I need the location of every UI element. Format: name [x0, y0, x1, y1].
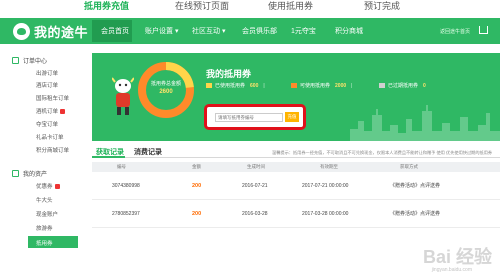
cell-id: 3074380998: [112, 183, 140, 189]
stat-available: 可使用抵用券 2000 |: [291, 82, 352, 89]
tutorial-steps: 抵用券充值 在线预订页面 使用抵用券 预订完成: [0, 0, 500, 13]
table-row: 2780852397 200 2016-03-28 2017-03-28 00:…: [92, 200, 500, 228]
coupon-code-input[interactable]: [215, 113, 283, 122]
sidebar-item-flight-orders[interactable]: 酒机订单: [36, 107, 66, 115]
baidu-watermark: Bai 经验: [422, 247, 492, 267]
column-header-created: 生成时间: [247, 164, 265, 169]
new-badge: [54, 184, 60, 190]
sidebar-group-orders[interactable]: 订单中心: [12, 56, 47, 65]
cell-source: 《赠券活动》点评送券: [390, 211, 441, 217]
sidebar-item-points-orders[interactable]: 积分商城订单: [36, 146, 69, 154]
cell-expires: 2017-03-28 00:00:00: [302, 211, 349, 217]
sidebar-item-niudatou[interactable]: 牛大头: [36, 196, 53, 204]
cell-source: 《赠券活动》点评送券: [390, 183, 441, 189]
mascot-icon: [112, 77, 134, 115]
nav-community[interactable]: 社区互动 ▾: [192, 26, 225, 36]
cell-created: 2016-03-28: [242, 211, 268, 217]
sidebar-item-coupons[interactable]: 优惠券: [36, 182, 60, 190]
nav-points-mall[interactable]: 积分商城: [335, 26, 363, 36]
step-use-coupon: 使用抵用券: [268, 1, 314, 11]
coupon-page-title: 我的抵用券: [206, 69, 252, 79]
column-header-source: 获取方式: [400, 164, 418, 169]
sidebar-group-assets[interactable]: 我的资产: [12, 169, 47, 178]
nav-member-club[interactable]: 会员俱乐部: [242, 26, 277, 36]
cell-expires: 2017-07-21 00:00:00: [302, 183, 349, 189]
city-skyline-decoration: [350, 105, 500, 141]
sidebar-item-car-rental-orders[interactable]: 国际租车订单: [36, 94, 69, 102]
stat-expired: 已过期抵用券 0: [379, 82, 426, 89]
donut-label: 抵用券总金额: [150, 81, 181, 87]
donut-total-value: 2600: [159, 89, 173, 95]
tab-consumption-records[interactable]: 消费记录: [134, 147, 162, 157]
column-header-id: 编号: [117, 164, 126, 169]
cell-amount: 200: [192, 183, 202, 189]
legend-used-swatch: [206, 83, 212, 88]
usage-tip: 温馨提示：抵用券一经充值，不可取消且不可兑换现金，仅限本人消费且不能转让和赠予 …: [272, 150, 493, 155]
sidebar-item-giftcard-orders[interactable]: 礼品卡订单: [36, 133, 64, 141]
coupon-recharge-form: 充值: [204, 104, 306, 130]
step-recharge: 抵用券充值: [84, 1, 130, 11]
sidebar-item-travel-orders[interactable]: 出游订单: [36, 69, 58, 77]
baidu-watermark-url: jingyan.baidu.com: [431, 267, 472, 273]
legend-expired-swatch: [379, 83, 385, 88]
table-header: 编号 金额 生成时间 有效期至 获取方式: [92, 162, 500, 172]
back-to-home-link[interactable]: 返回途牛首页: [440, 28, 470, 35]
stat-used: 已使用抵用券 600 |: [206, 82, 265, 89]
cart-icon[interactable]: [479, 26, 488, 34]
cell-amount: 200: [192, 211, 202, 217]
legend-available-swatch: [291, 83, 297, 88]
column-header-amount: 金额: [192, 164, 201, 169]
sidebar: 订单中心 出游订单 酒店订单 国际租车订单 酒机订单 夺宝订单 礼品卡订单 积分…: [0, 44, 85, 275]
step-online-booking: 在线预订页面: [175, 1, 230, 11]
top-nav-bar: 我的途牛 会员首页 账户设置 ▾ 社区互动 ▾ 会员俱乐部 1元夺宝 积分商城 …: [0, 18, 500, 44]
sidebar-item-treasure-orders[interactable]: 夺宝订单: [36, 120, 58, 128]
active-tab-indicator: [92, 156, 125, 158]
nav-member-home[interactable]: 会员首页: [101, 26, 129, 36]
table-row: 3074380998 200 2016-07-21 2017-07-21 00:…: [92, 172, 500, 200]
sidebar-item-cash-account[interactable]: 现金账户: [36, 210, 58, 218]
cell-created: 2016-07-21: [242, 183, 268, 189]
cell-id: 2780852397: [112, 211, 140, 217]
nav-account-settings[interactable]: 账户设置 ▾: [145, 26, 178, 36]
new-badge: [60, 109, 66, 115]
column-header-expires: 有效期至: [320, 164, 338, 169]
sidebar-item-deduction-coupons[interactable]: 抵用券: [36, 239, 53, 247]
recharge-button[interactable]: 充值: [285, 112, 299, 122]
sidebar-item-hotel-orders[interactable]: 酒店订单: [36, 81, 58, 89]
sidebar-item-travel-vouchers[interactable]: 旅游券: [36, 224, 53, 232]
step-complete: 预订完成: [364, 1, 401, 11]
brand-name: 我的途牛: [34, 24, 89, 40]
nav-one-yuan-treasure[interactable]: 1元夺宝: [291, 26, 316, 36]
brand-logo[interactable]: 我的途牛: [13, 22, 88, 40]
order-icon: [12, 57, 19, 64]
wallet-icon: [12, 170, 19, 177]
tuniu-logo-icon: [13, 22, 30, 40]
